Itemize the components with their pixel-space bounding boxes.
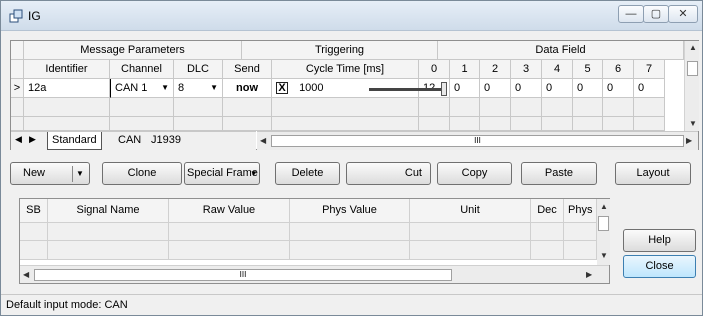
signal-grid-vscroll[interactable]: ▲ ▼ [597, 199, 610, 265]
byte-1-cell[interactable]: 0 [450, 79, 480, 98]
send-now-button[interactable]: now [223, 79, 272, 98]
cycle-time-slider-thumb[interactable] [441, 82, 447, 96]
identifier-cell[interactable]: 12a [24, 79, 110, 98]
scroll-down-icon[interactable]: ▼ [600, 251, 608, 260]
channel-combo[interactable]: CAN 1 ▼ [110, 79, 174, 98]
scroll-down-icon[interactable]: ▼ [689, 119, 697, 128]
dlc-combo[interactable]: 8 ▼ [174, 79, 223, 98]
channel-value: CAN 1 [115, 82, 148, 94]
byte-5-cell[interactable]: 0 [573, 79, 603, 98]
scroll-left-icon[interactable]: ◀ [23, 270, 29, 279]
scroll-left-icon[interactable]: ◀ [260, 136, 266, 145]
group-header-triggering: Triggering [242, 41, 438, 60]
byte-4-cell[interactable]: 0 [542, 79, 573, 98]
col-channel[interactable]: Channel [110, 60, 174, 79]
layout-button[interactable]: Layout [615, 162, 691, 185]
tab-standard[interactable]: Standard [47, 132, 102, 150]
cut-button[interactable]: Cut [346, 162, 431, 185]
message-grid-hscroll[interactable]: ◀ III ▶ [257, 131, 698, 150]
ig-window: IG — ▢ ✕ Message Parameters Triggering D… [0, 0, 703, 316]
group-header-message-parameters: Message Parameters [24, 41, 242, 60]
col-byte-2[interactable]: 2 [480, 60, 511, 79]
minimize-button[interactable]: — [618, 5, 644, 23]
tab-scroll-right-icon[interactable]: ▶ [29, 134, 36, 145]
signal-grid: SB Signal Name Raw Value Phys Value Unit… [19, 198, 610, 284]
new-split-button[interactable]: New ▼ [10, 162, 90, 185]
status-bar: Default input mode: CAN [1, 294, 702, 315]
col-byte-4[interactable]: 4 [542, 60, 573, 79]
clone-button[interactable]: Clone [102, 162, 182, 185]
special-frame-label: Special Frame [187, 167, 258, 179]
hscroll-thumb[interactable]: III [34, 269, 452, 281]
empty-row [11, 98, 665, 117]
hscroll-thumb[interactable]: III [271, 135, 684, 147]
corner-cell [11, 41, 24, 60]
signal-grid-hscroll[interactable]: ◀ III ▶ [20, 265, 609, 283]
chevron-down-icon[interactable]: ▼ [161, 79, 169, 97]
col-cycle-time[interactable]: Cycle Time [ms] [272, 60, 419, 79]
col-byte-3[interactable]: 3 [511, 60, 542, 79]
col-byte-1[interactable]: 1 [450, 60, 480, 79]
empty-row [20, 241, 597, 260]
paste-button[interactable]: Paste [521, 162, 597, 185]
cyclic-checkbox[interactable]: X [276, 82, 288, 94]
vscroll-thumb[interactable] [598, 216, 609, 231]
tab-strip: ◀ ▶ Standard CAN J1939 [11, 131, 256, 150]
app-icon [9, 9, 23, 23]
col-raw-value[interactable]: Raw Value [169, 199, 290, 223]
byte-7-cell[interactable]: 0 [634, 79, 665, 98]
message-grid: Message Parameters Triggering Data Field… [10, 40, 699, 150]
message-grid-vscroll[interactable]: ▲ ▼ [684, 41, 699, 131]
col-byte-7[interactable]: 7 [634, 60, 665, 79]
byte-2-cell[interactable]: 0 [480, 79, 511, 98]
col-byte-5[interactable]: 5 [573, 60, 603, 79]
tab-can[interactable]: CAN [114, 132, 145, 150]
chevron-down-icon[interactable]: ▼ [210, 79, 218, 97]
scroll-up-icon[interactable]: ▲ [689, 43, 697, 52]
scroll-right-icon[interactable]: ▶ [686, 136, 692, 145]
window-title: IG [28, 9, 41, 23]
empty-row [11, 117, 665, 131]
new-button[interactable]: New [23, 163, 45, 184]
maximize-button[interactable]: ▢ [643, 5, 669, 23]
col-dlc[interactable]: DLC [174, 60, 223, 79]
tab-scroll-left-icon[interactable]: ◀ [15, 134, 22, 145]
copy-button[interactable]: Copy [437, 162, 512, 185]
close-button[interactable]: Close [623, 255, 696, 278]
title-bar: IG — ▢ ✕ [1, 1, 702, 31]
byte-3-cell[interactable]: 0 [511, 79, 542, 98]
col-phys-value[interactable]: Phys Value [290, 199, 410, 223]
scroll-right-icon[interactable]: ▶ [586, 270, 592, 279]
col-sb[interactable]: SB [20, 199, 48, 223]
empty-row [20, 223, 597, 241]
help-button[interactable]: Help [623, 229, 696, 252]
byte-6-cell[interactable]: 0 [603, 79, 634, 98]
cycle-time-slider-track[interactable] [369, 88, 442, 91]
col-send[interactable]: Send [223, 60, 272, 79]
close-window-button[interactable]: ✕ [668, 5, 698, 23]
status-text: Default input mode: CAN [6, 299, 128, 311]
col-phys[interactable]: Phys [564, 199, 597, 223]
cycle-time-value[interactable]: 1000 [299, 82, 323, 94]
group-header-data-field: Data Field [438, 41, 684, 60]
message-row[interactable]: > 12a CAN 1 ▼ 8 ▼ now X 1000 12 0 0 0 0 … [11, 79, 665, 98]
col-identifier[interactable]: Identifier [24, 60, 110, 79]
col-signal-name[interactable]: Signal Name [48, 199, 169, 223]
delete-button[interactable]: Delete [275, 162, 340, 185]
scroll-up-icon[interactable]: ▲ [600, 202, 608, 211]
col-unit[interactable]: Unit [410, 199, 531, 223]
col-dec[interactable]: Dec [531, 199, 564, 223]
dlc-value: 8 [178, 82, 185, 94]
special-frame-button[interactable]: Special Frame ▾ [184, 162, 260, 185]
new-dropdown-icon[interactable]: ▼ [76, 163, 84, 184]
col-byte-6[interactable]: 6 [603, 60, 634, 79]
col-byte-0[interactable]: 0 [419, 60, 450, 79]
chevron-down-icon[interactable]: ▾ [251, 163, 256, 184]
tab-j1939[interactable]: J1939 [147, 132, 185, 150]
vscroll-thumb[interactable] [687, 61, 698, 76]
row-marker: > [11, 79, 24, 98]
